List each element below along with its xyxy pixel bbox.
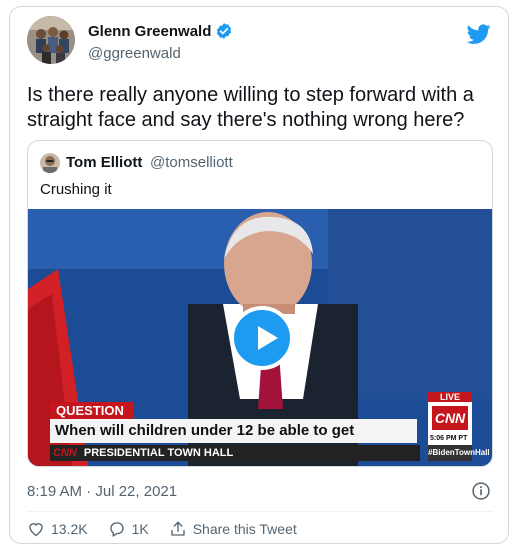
author-handle[interactable]: @ggreenwald <box>88 45 181 62</box>
verified-badge-icon <box>215 22 233 40</box>
quote-author-avatar[interactable] <box>40 153 60 173</box>
question-tag: QUESTION <box>50 402 134 419</box>
share-icon <box>171 521 185 536</box>
info-icon[interactable] <box>471 481 491 501</box>
tweet-card: Glenn Greenwald @ggreenwald Is there rea… <box>9 6 509 544</box>
reply-button[interactable]: 1K <box>108 520 149 538</box>
broadcast-clock: 5:06 PM PT <box>430 435 468 442</box>
quoted-tweet[interactable]: Tom Elliott @tomselliott Crushing it QUE… <box>27 140 493 467</box>
divider <box>27 511 493 512</box>
cnn-logo: CNN <box>432 406 468 430</box>
quote-author-name[interactable]: Tom Elliott <box>66 154 142 171</box>
program-title: CNN PRESIDENTIAL TOWN HALL <box>50 445 420 461</box>
twitter-bird-icon[interactable] <box>466 22 491 46</box>
author-avatar[interactable] <box>27 16 75 64</box>
quote-author-handle[interactable]: @tomselliott <box>150 154 233 171</box>
reply-count: 1K <box>131 521 149 537</box>
author-name[interactable]: Glenn Greenwald <box>88 23 211 40</box>
like-button[interactable]: 13.2K <box>27 520 88 538</box>
cnn-small-logo: CNN <box>53 447 77 459</box>
reply-icon <box>109 522 124 537</box>
video-player[interactable]: QUESTION When will children under 12 be … <box>28 209 492 466</box>
play-button[interactable] <box>230 306 294 370</box>
action-bar: 13.2K 1K Share this Tweet <box>27 520 317 538</box>
like-count: 13.2K <box>51 521 88 537</box>
tweet-timestamp[interactable]: 8:19 AM · Jul 22, 2021 <box>27 483 177 500</box>
program-name: PRESIDENTIAL TOWN HALL <box>83 447 234 459</box>
cnn-logo-box: CNN 5:06 PM PT <box>428 402 472 448</box>
hashtag-badge: #BidenTownHall <box>428 445 490 461</box>
author-name-row[interactable]: Glenn Greenwald <box>88 22 233 40</box>
share-label: Share this Tweet <box>192 521 297 537</box>
share-button[interactable]: Share this Tweet <box>169 520 297 538</box>
tweet-text: Is there really anyone willing to step f… <box>27 84 474 131</box>
heart-icon <box>29 523 43 537</box>
quote-text: Crushing it <box>40 181 112 198</box>
question-text: When will children under 12 be able to g… <box>50 419 417 463</box>
